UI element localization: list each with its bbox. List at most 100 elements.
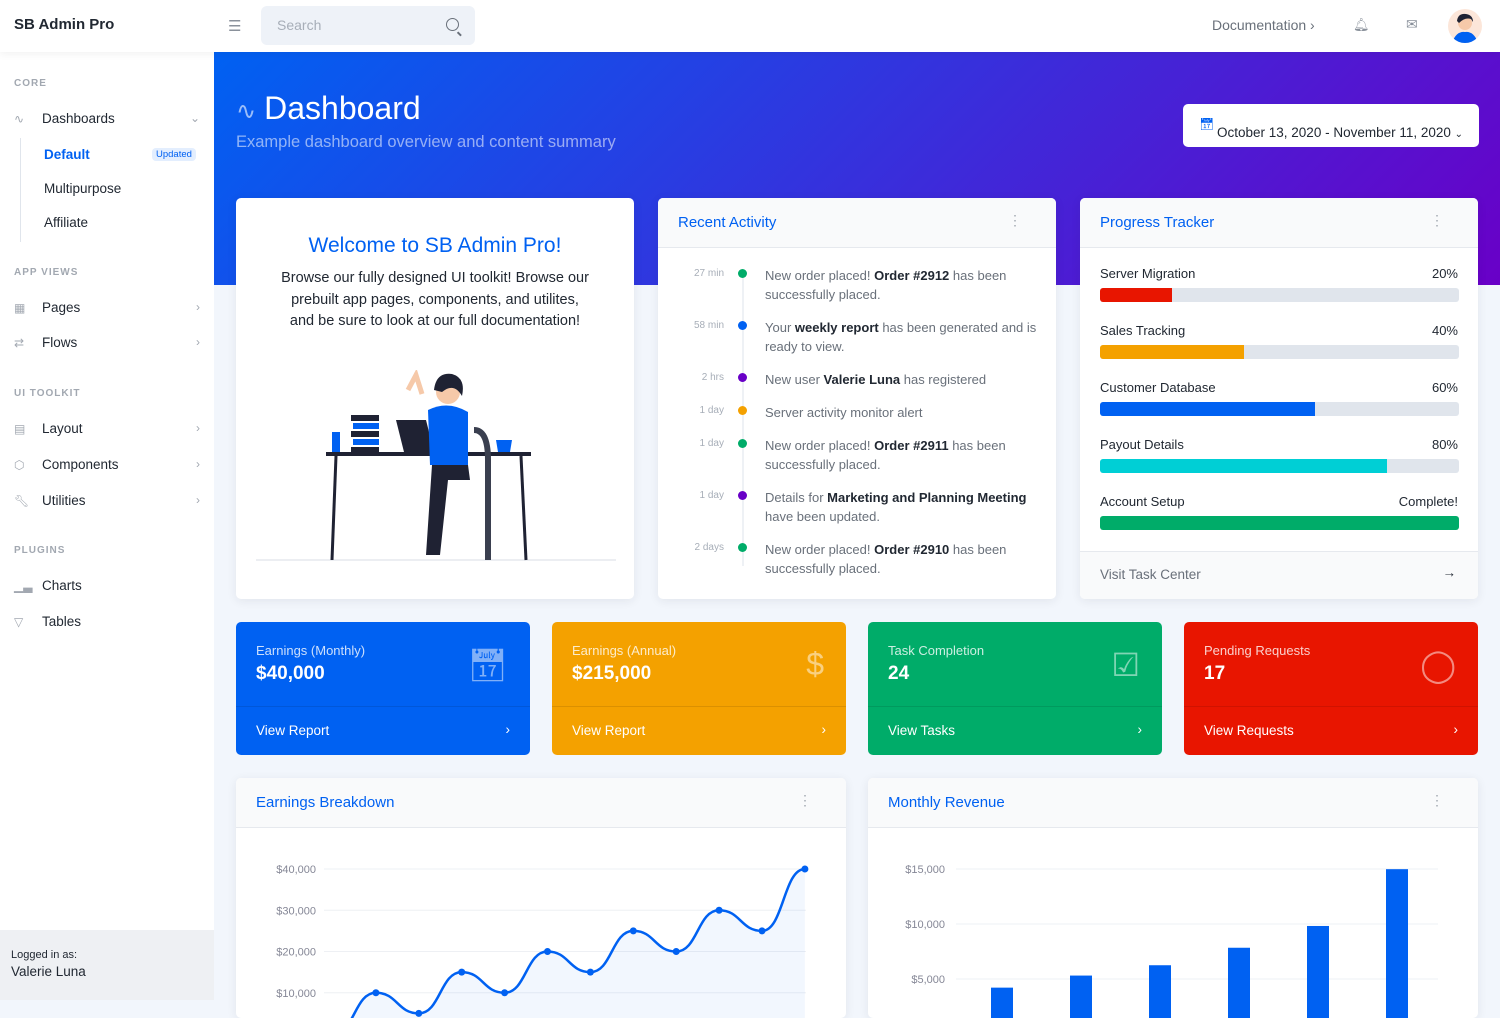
activity-text: have been updated. (765, 509, 880, 524)
updated-badge: Updated (152, 148, 196, 161)
stat-link[interactable]: View Report › (236, 706, 530, 755)
monthly-revenue-card: Monthly Revenue ⋮ $5,000 $10,000 $15,000 (868, 778, 1478, 1018)
activity-item: New user Valerie Luna has registered (765, 370, 1040, 389)
logged-in-label: Logged in as: (11, 949, 78, 961)
stat-link[interactable]: View Requests › (1184, 706, 1478, 755)
activity-text: Server activity monitor alert (765, 405, 923, 420)
progress-tracker-card: Progress Tracker ⋮ Server Migration 20% S… (1080, 198, 1478, 599)
activity-text: New user (765, 372, 824, 387)
visit-task-center-link[interactable]: Visit Task Center → (1080, 551, 1478, 599)
progress-value: 40% (1431, 323, 1458, 338)
timeline-line (742, 276, 744, 566)
activity-time: 27 min (693, 268, 724, 279)
activity-item: New order placed! Order #2910 has been s… (765, 540, 1040, 578)
progress-fill (1100, 345, 1244, 359)
activity-text: Your (765, 320, 795, 335)
sidebar-item-layout[interactable]: ▤ Layout › (14, 421, 200, 436)
activity-status-dot (738, 491, 747, 500)
recent-activity-card: Recent Activity ⋮ 27 min New order placed… (658, 198, 1056, 599)
activity-status-dot (738, 269, 747, 278)
sidebar-item-dashboards[interactable]: ∿ Dashboards ⌄ (14, 111, 200, 126)
card-header: Recent Activity ⋮ (658, 198, 1056, 248)
progress-value: Complete! (1398, 494, 1458, 509)
stat-card: Task Completion 24 ☑ View Tasks › (868, 622, 1162, 755)
activity-status-dot (738, 321, 747, 330)
section-plugins: PLUGINS (14, 545, 66, 556)
activity-highlight[interactable]: Marketing and Planning Meeting (827, 490, 1026, 505)
stat-link[interactable]: View Tasks › (868, 706, 1162, 755)
title-text: Dashboard (264, 90, 421, 126)
label: Dashboards (42, 111, 115, 126)
stat-card: Earnings (Annual) $215,000 $ View Report… (552, 622, 846, 755)
progress-bar (1100, 345, 1459, 359)
bell-icon[interactable]: 🔔︎ (1353, 17, 1370, 33)
brand[interactable]: SB Admin Pro (14, 16, 114, 33)
stat-value: 24 (888, 663, 910, 684)
search-input[interactable]: Search (261, 6, 475, 45)
activity-item: Server activity monitor alert (765, 403, 1040, 422)
stat-card: Earnings (Monthly) $40,000 📅︎ View Repor… (236, 622, 530, 755)
sidebar-item-flows[interactable]: ⇄ Flows › (14, 335, 200, 350)
progress-label: Customer Database (1100, 380, 1216, 395)
avatar[interactable] (1448, 9, 1482, 43)
label: Components (42, 457, 119, 472)
progress-bar (1100, 402, 1459, 416)
y-tick-label: $15,000 (905, 864, 945, 876)
label: Utilities (42, 493, 86, 508)
sidebar-item-tables[interactable]: ▽ Tables (14, 614, 200, 629)
more-vertical-icon[interactable]: ⋮ (1008, 212, 1022, 229)
data-point (586, 968, 594, 976)
sidebar-item-default[interactable]: Default (44, 147, 90, 162)
footer-label: Visit Task Center (1100, 567, 1201, 582)
bar (991, 987, 1013, 1018)
sidebar-item-components[interactable]: ⬡ Components › (14, 457, 200, 472)
card-header: Progress Tracker ⋮ (1080, 198, 1478, 248)
progress-bar (1100, 459, 1459, 473)
activity-highlight[interactable]: Order #2912 (874, 268, 949, 283)
label: Charts (42, 578, 82, 593)
sidebar-item-multipurpose[interactable]: Multipurpose (44, 181, 121, 196)
section-core: CORE (14, 78, 47, 89)
date-range-picker[interactable]: 📅︎ October 13, 2020 - November 11, 2020 ⌄ (1183, 104, 1479, 147)
activity-highlight[interactable]: Order #2911 (874, 438, 948, 453)
activity-item: Details for Marketing and Planning Meeti… (765, 488, 1040, 526)
activity-time: 58 min (693, 320, 724, 331)
package-icon: ⬡ (14, 458, 25, 472)
stat-card: Pending Requests 17 ◯ View Requests › (1184, 622, 1478, 755)
chevron-down-icon: ⌄ (189, 111, 200, 125)
mail-icon[interactable]: ✉ (1406, 16, 1418, 33)
sidebar-item-pages[interactable]: ▦ Pages › (14, 300, 200, 315)
chevron-right-icon: › (505, 722, 511, 737)
data-point (758, 927, 766, 935)
stat-label: Pending Requests (1204, 643, 1311, 658)
activity-highlight[interactable]: weekly report (795, 320, 879, 335)
more-vertical-icon[interactable]: ⋮ (1430, 212, 1444, 229)
filter-icon: ▽ (14, 615, 24, 629)
logged-in-user: Valerie Luna (11, 964, 86, 979)
earnings-area-chart: $10,000 $20,000 $30,000 $40,000 (276, 864, 809, 1018)
activity-time: 2 hrs (701, 372, 724, 383)
activity-highlight[interactable]: Order #2910 (874, 542, 949, 557)
activity-status-dot (738, 439, 747, 448)
data-point (544, 948, 551, 955)
earnings-breakdown-card: Earnings Breakdown ⋮ $10,000 $20,000 $30,00… (236, 778, 846, 1018)
menu-toggle-icon[interactable]: ☰ (228, 17, 241, 35)
y-tick-label: $20,000 (276, 947, 316, 959)
activity-time: 1 day (699, 438, 724, 449)
documentation-link[interactable]: Documentation › (1212, 17, 1315, 33)
activity-time: 2 days (694, 542, 724, 553)
data-point (672, 948, 680, 955)
welcome-text: Browse our fully designed UI toolkit! Br… (281, 270, 589, 329)
bar-chart-icon: ▁▃ (14, 579, 33, 593)
activity-item: Your weekly report has been generated an… (765, 318, 1040, 356)
stat-link[interactable]: View Report › (552, 706, 846, 755)
data-point (458, 968, 466, 976)
sidebar-item-affiliate[interactable]: Affiliate (44, 215, 88, 230)
sidebar-item-utilities[interactable]: 🔧︎ Utilities › (14, 493, 200, 508)
activity-highlight[interactable]: Valerie Luna (824, 372, 901, 387)
search-icon[interactable] (446, 18, 459, 31)
y-tick-label: $10,000 (276, 988, 316, 1000)
activity-status-dot (738, 406, 747, 415)
calendar-icon: 📅︎ (1199, 117, 1215, 131)
sidebar-item-charts[interactable]: ▁▃ Charts (14, 578, 200, 593)
